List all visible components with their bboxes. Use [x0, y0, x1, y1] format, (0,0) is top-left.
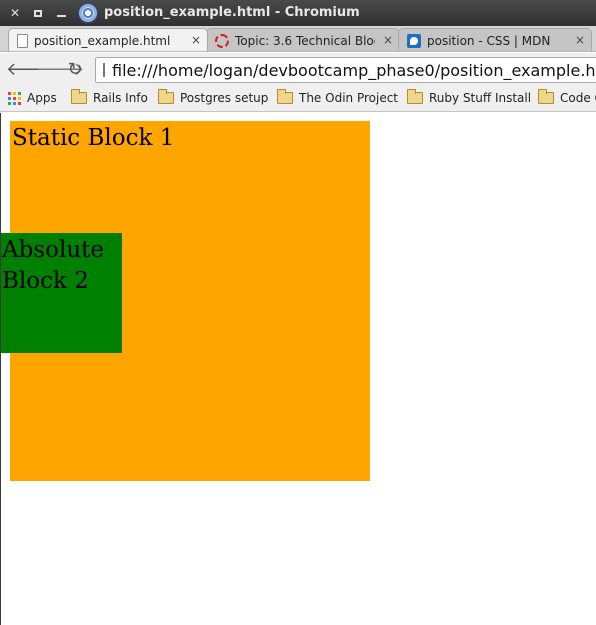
- bookmark-label: The Odin Project: [299, 91, 399, 105]
- absolute-block-line-2: Block 2: [2, 268, 89, 294]
- window-title: position_example.html - Chromium: [104, 5, 360, 20]
- browser-toolbar: 🡐 🡒 ↻ file:///home/logan/devbootcamp_pha…: [0, 53, 596, 87]
- bookmark-code[interactable]: Code C: [538, 89, 596, 105]
- forward-arrow-icon[interactable]: 🡒: [36, 60, 84, 80]
- tab-strip: position_example.html × Topic: 3.6 Techn…: [0, 26, 596, 52]
- window-maximize-icon[interactable]: [29, 4, 47, 22]
- folder-icon: [407, 89, 423, 104]
- tab-label: position - CSS | MDN: [427, 33, 551, 48]
- tab-mdn-position[interactable]: position - CSS | MDN ×: [398, 28, 592, 51]
- bookmark-label: Code C: [560, 91, 596, 105]
- folder-icon: [277, 89, 293, 104]
- bookmark-label: Postgres setup: [180, 91, 269, 105]
- static-block-text: Static Block 1: [12, 125, 175, 151]
- back-arrow-icon[interactable]: 🡐: [6, 60, 54, 80]
- tab-label: position_example.html: [34, 33, 171, 48]
- absolute-block-text: Absolute Block 2: [2, 235, 120, 297]
- bookmark-ruby-stuff-install[interactable]: Ruby Stuff Install: [407, 89, 532, 105]
- address-bar[interactable]: file:///home/logan/devbootcamp_phase0/po…: [95, 57, 596, 83]
- url-text: file:///home/logan/devbootcamp_phase0/po…: [112, 60, 596, 80]
- tab-close-icon[interactable]: ×: [383, 33, 393, 47]
- folder-icon: [158, 89, 174, 104]
- tab-label: Topic: 3.6 Technical Blog: [235, 33, 375, 48]
- absolute-block-2: Absolute Block 2: [1, 233, 122, 353]
- folder-icon: [71, 89, 87, 104]
- discourse-icon: [215, 33, 229, 48]
- bookmark-label: Apps: [27, 91, 57, 105]
- tab-technical-blog[interactable]: Topic: 3.6 Technical Blog ×: [206, 28, 400, 51]
- tab-position-example[interactable]: position_example.html ×: [8, 28, 208, 51]
- bookmark-label: Rails Info: [93, 91, 148, 105]
- reload-icon[interactable]: ↻: [65, 60, 85, 80]
- page-icon: [103, 63, 105, 77]
- bookmark-rails-info[interactable]: Rails Info: [71, 89, 148, 105]
- absolute-block-line-1: Absolute: [2, 237, 105, 263]
- bookmarks-bar: Apps Rails Info Postgres setup The Odin …: [0, 87, 596, 112]
- apps-grid-icon: [8, 91, 21, 105]
- bookmark-label: Ruby Stuff Install: [429, 91, 532, 105]
- mdn-icon: [407, 33, 421, 48]
- window-close-icon[interactable]: ✕: [6, 4, 24, 22]
- window-titlebar: ✕ position_example.html - Chromium: [0, 0, 596, 26]
- bookmark-apps[interactable]: Apps: [8, 91, 57, 105]
- document-icon: [17, 33, 28, 48]
- chromium-logo-icon: [78, 3, 98, 23]
- folder-icon: [538, 89, 554, 104]
- window-minimize-icon[interactable]: [52, 4, 70, 22]
- page-viewport: Static Block 1 Absolute Block 2: [0, 113, 596, 625]
- bookmark-odin-project[interactable]: The Odin Project: [277, 89, 399, 105]
- tab-close-icon[interactable]: ×: [191, 33, 201, 47]
- tab-close-icon[interactable]: ×: [575, 33, 585, 47]
- bookmark-postgres-setup[interactable]: Postgres setup: [158, 89, 269, 105]
